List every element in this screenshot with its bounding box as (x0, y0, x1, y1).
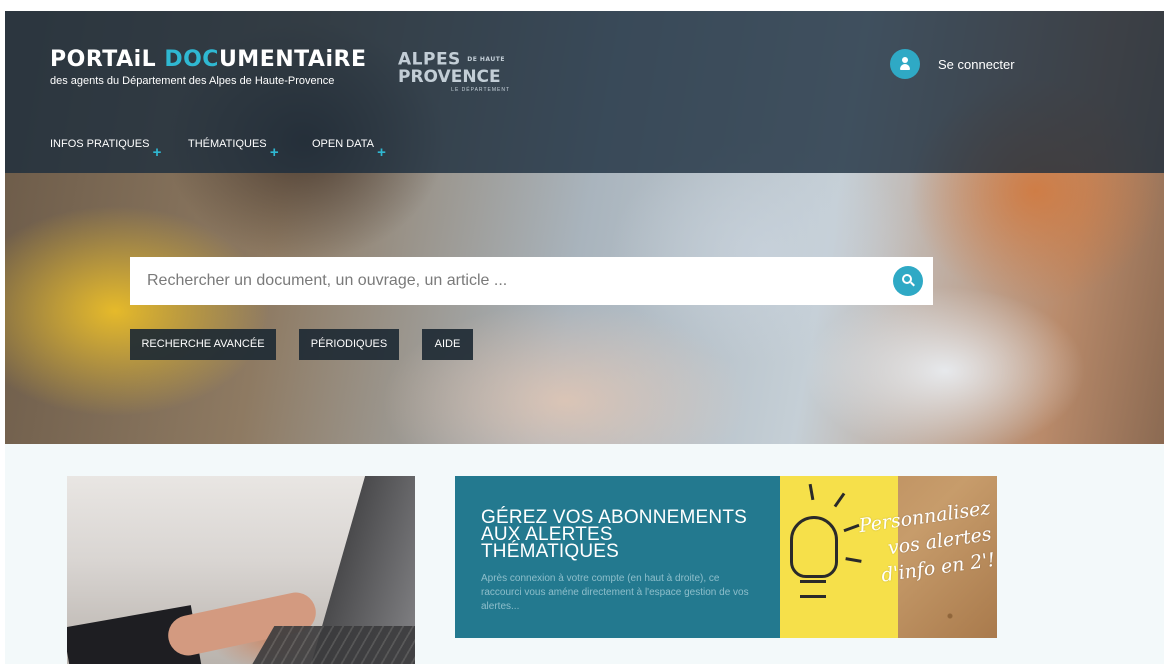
brand-title: PORTAiL DOCUMENTAiRE (50, 47, 366, 73)
site-logo[interactable]: PORTAiL DOCUMENTAiRE des agents du Dépar… (50, 47, 366, 87)
promo-text: Après connexion à votre compte (en haut … (481, 573, 749, 612)
advanced-search-button[interactable]: RECHERCHE AVANCÉE (130, 329, 276, 360)
nav-item-infos-pratiques[interactable]: INFOS PRATIQUES + (50, 138, 161, 160)
nav-item-label[interactable]: OPEN DATA (312, 138, 374, 150)
laptop-photo (67, 476, 415, 664)
nav-item-label[interactable]: THÉMATIQUES (188, 138, 267, 150)
page: PORTAiL DOCUMENTAiRE des agents du Dépar… (0, 0, 1164, 664)
alerts-promo-card[interactable]: GÉREZ VOS ABONNEMENTS AUX ALERTES THÉMAT… (455, 476, 780, 638)
hero-banner: PORTAiL DOCUMENTAiRE des agents du Dépar… (5, 11, 1164, 444)
promo-title-line2[interactable]: AUX ALERTES THÉMATIQUES (481, 525, 754, 561)
user-icon[interactable] (890, 49, 920, 79)
plus-icon[interactable]: + (270, 145, 279, 160)
nav-item-label[interactable]: INFOS PRATIQUES (50, 138, 149, 150)
department-logo: ALPES DE HAUTE PROVENCE LE DÉPARTEMENT (398, 51, 510, 93)
promo-image-text: Personnalisez vos alertes d'info en 2'! (857, 496, 997, 587)
nav-item-thematiques[interactable]: THÉMATIQUES + (188, 138, 279, 160)
login-label[interactable]: Se connecter (938, 57, 1015, 72)
brand-subtitle: des agents du Département des Alpes de H… (50, 75, 335, 87)
nav-item-open-data[interactable]: OPEN DATA + (312, 138, 386, 160)
search-bar (130, 257, 933, 305)
login-button[interactable]: Se connecter (890, 49, 1015, 79)
periodicals-button[interactable]: PÉRIODIQUES (299, 329, 399, 360)
brand-title-accent: DOC (164, 47, 219, 72)
lightbulb-icon (790, 516, 838, 578)
search-input[interactable] (130, 257, 890, 305)
promo-title[interactable]: GÉREZ VOS ABONNEMENTS AUX ALERTES THÉMAT… (481, 508, 754, 561)
brand-title-part2: UMENTAiRE (218, 47, 367, 72)
help-button[interactable]: AIDE (422, 329, 473, 360)
header-bar: PORTAiL DOCUMENTAiRE des agents du Dépar… (5, 11, 1164, 173)
alerts-promo-image[interactable]: Personnalisez vos alertes d'info en 2'! (780, 476, 997, 638)
plus-icon[interactable]: + (377, 145, 386, 160)
dept-logo-line2: PROVENCE (398, 66, 501, 87)
plus-icon[interactable]: + (153, 145, 162, 160)
dept-logo-small: DE HAUTE (467, 56, 505, 63)
search-button[interactable] (893, 266, 923, 296)
brand-title-part1: PORTAiL (50, 47, 165, 72)
dept-logo-line3: LE DÉPARTEMENT (451, 86, 510, 93)
